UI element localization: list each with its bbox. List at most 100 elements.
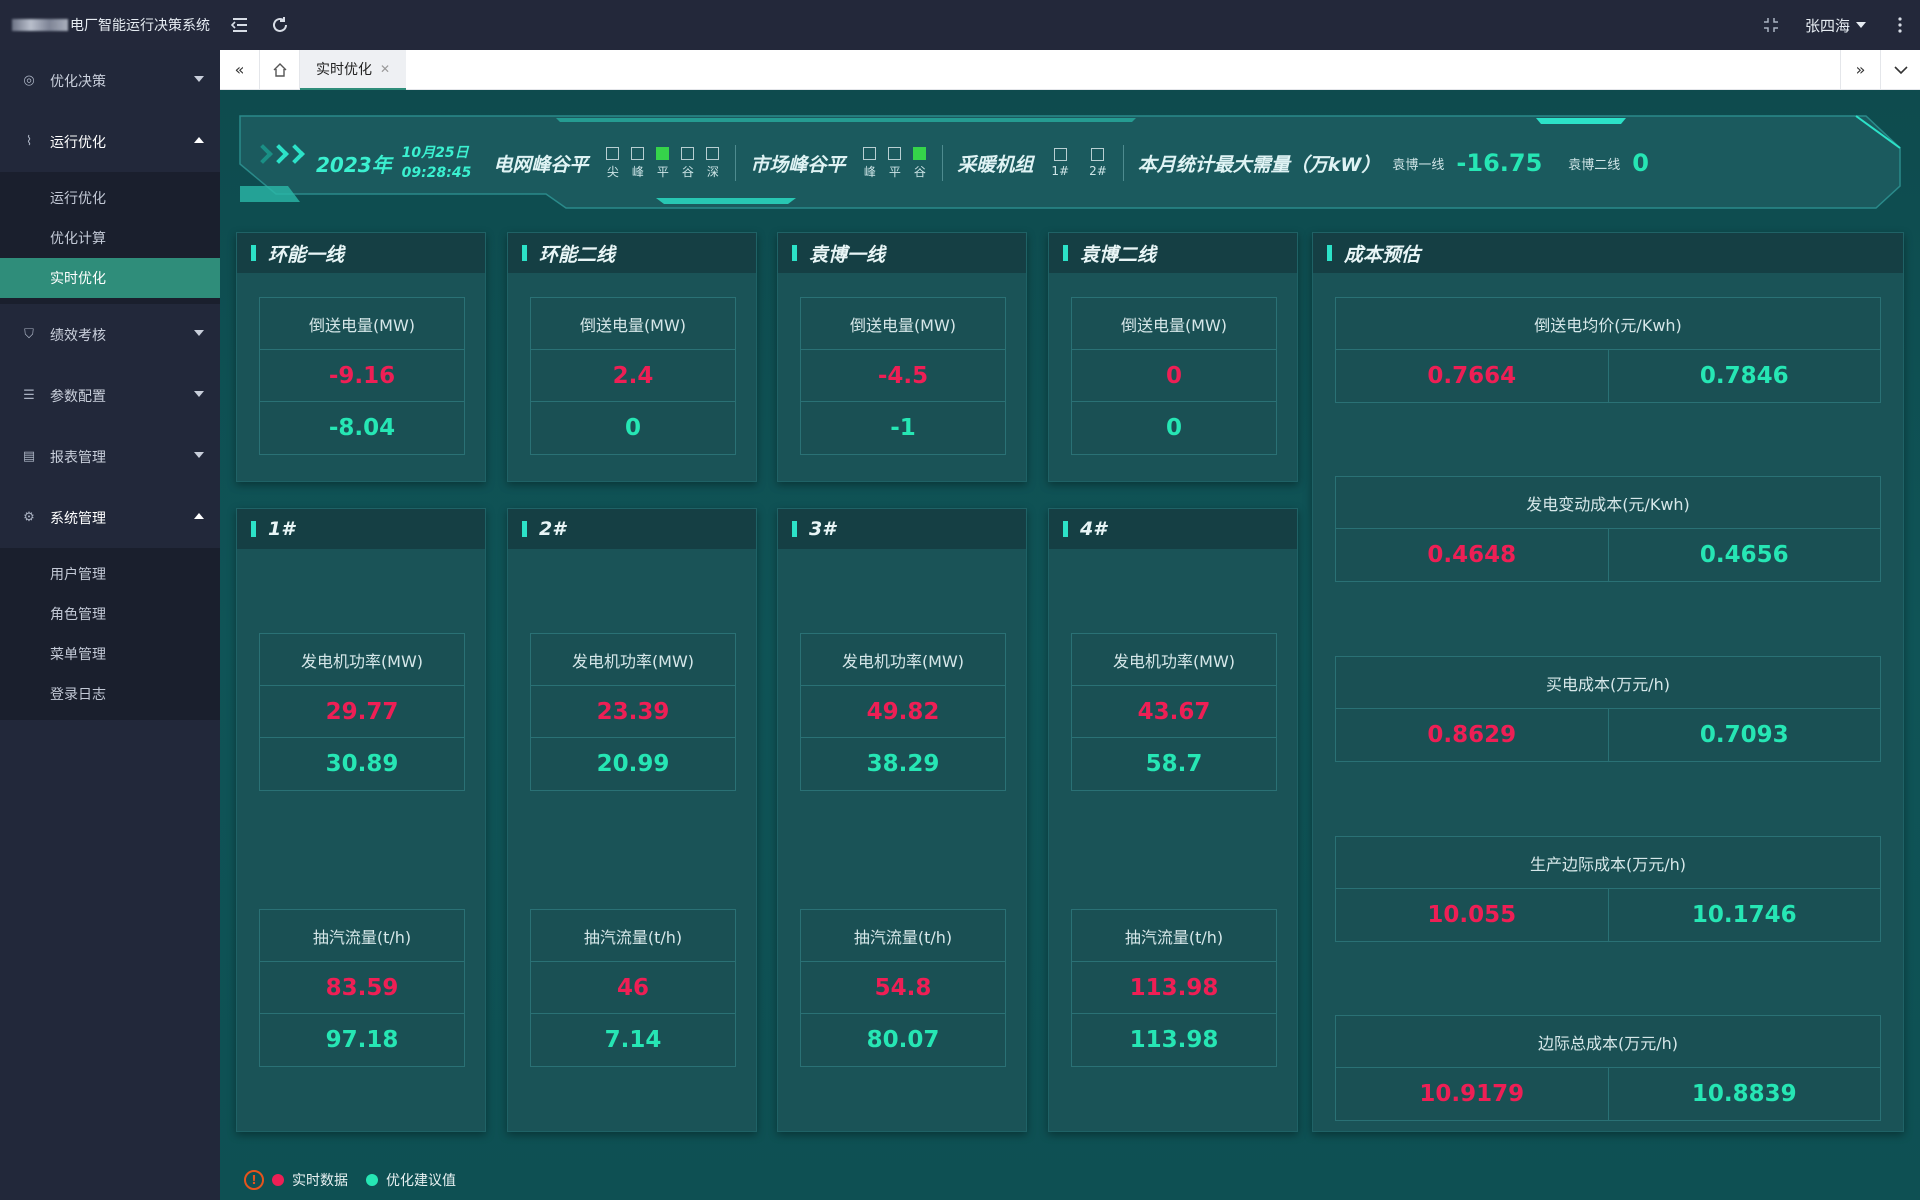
tab-realtime-optimization[interactable]: 实时优化 ✕ (300, 49, 407, 90)
line2-demand-value: 0 (1632, 149, 1649, 177)
unit-card-1: 1# 发电机功率(MW) 29.77 30.89 抽汽流量(t/h) 83.59… (236, 508, 486, 1132)
fullscreen-button[interactable] (1751, 0, 1791, 50)
menu-group-label: 参数配置 (50, 388, 106, 405)
cost-row-purchase-cost: 买电成本(万元/h) 0.8629 0.7093 (1335, 656, 1881, 762)
optimized-value: 0.4656 (1699, 542, 1789, 568)
menu-group-label: 优化决策 (50, 73, 106, 90)
menu-group-system[interactable]: ⚙ 系统管理 (0, 487, 220, 548)
metric-label: 倒送电量(MW) (1072, 298, 1276, 350)
line-card-yuanbo-2: 袁博二线 倒送电量(MW) 0 0 (1048, 232, 1298, 482)
optimized-value: 30.89 (325, 751, 399, 777)
more-vertical-icon (1898, 17, 1902, 33)
menu-group-label: 运行优化 (50, 134, 106, 151)
grid-indicator-ping: 平 (656, 146, 670, 180)
menu-group-reports[interactable]: ▤ 报表管理 (0, 426, 220, 487)
chevron-down-icon (194, 76, 204, 82)
sidebar-item-roles[interactable]: 角色管理 (0, 594, 220, 634)
optimized-value: 0 (624, 415, 641, 441)
metric-label: 发电机功率(MW) (260, 634, 464, 686)
sidebar-item-optimization-calc[interactable]: 优化计算 (0, 218, 220, 258)
legend: ! 实时数据 优化建议值 (244, 1170, 456, 1190)
realtime-value: 10.055 (1336, 889, 1609, 941)
home-tab-button[interactable] (260, 49, 300, 90)
line2-demand-label: 袁博二线 (1568, 157, 1621, 173)
optimized-value: 80.07 (866, 1027, 940, 1053)
metric-label: 生产边际成本(万元/h) (1336, 837, 1880, 889)
user-dropdown[interactable]: 张四海 (1791, 15, 1880, 36)
triple-chevron-icon (253, 144, 305, 164)
flow-table: 抽汽流量(t/h) 113.98 113.98 (1071, 909, 1277, 1067)
realtime-value: 0.7664 (1336, 350, 1609, 402)
tab-label: 实时优化 (316, 61, 372, 78)
tab-scroll-left-button[interactable]: « (220, 49, 260, 90)
sidebar-item-login-log[interactable]: 登录日志 (0, 674, 220, 714)
grid-indicator-jian: 尖 (606, 146, 620, 180)
sidebar-item-users[interactable]: 用户管理 (0, 554, 220, 594)
realtime-value: 43.67 (1072, 686, 1276, 738)
optimized-value: 97.18 (325, 1027, 399, 1053)
app-brand: 电厂智能运行决策系统 (0, 15, 220, 35)
power-table: 发电机功率(MW) 49.82 38.29 (800, 633, 1006, 791)
market-period-title: 市场峰谷平 (750, 153, 846, 176)
market-indicator-ping: 平 (888, 146, 902, 180)
sidebar-item-menus[interactable]: 菜单管理 (0, 634, 220, 674)
card-title: 成本预估 (1344, 243, 1421, 266)
realtime-value: 113.98 (1072, 962, 1276, 1014)
collapse-menu-button[interactable] (220, 0, 260, 50)
unit-card-3: 3# 发电机功率(MW) 49.82 38.29 抽汽流量(t/h) 54.8 … (777, 508, 1027, 1132)
tab-bar: « 实时优化 ✕ » (220, 49, 1920, 90)
heating-indicator-1: 1# (1051, 148, 1069, 178)
flow-table: 抽汽流量(t/h) 83.59 97.18 (259, 909, 465, 1067)
refresh-button[interactable] (260, 0, 300, 50)
cost-row-reverse-price: 倒送电均价(元/Kwh) 0.7664 0.7846 (1335, 297, 1881, 403)
sidebar-item-run-optimization[interactable]: 运行优化 (0, 178, 220, 218)
unit-card-4: 4# 发电机功率(MW) 43.67 58.7 抽汽流量(t/h) 113.98… (1048, 508, 1298, 1132)
menu-group-performance[interactable]: ⛉ 绩效考核 (0, 304, 220, 365)
optimized-value: 0.7093 (1699, 722, 1789, 748)
realtime-dot-icon (272, 1174, 284, 1186)
tab-scroll-right-button[interactable]: » (1840, 49, 1880, 90)
realtime-value: 2.4 (531, 350, 735, 402)
submenu-run-optimization: 运行优化 优化计算 实时优化 (0, 172, 220, 304)
blurred-logo (12, 19, 68, 31)
sidebar: ◎ 优化决策 ⌇ 运行优化 运行优化 优化计算 实时优化 ⛉ 绩效考核 ☰ 参数… (0, 50, 220, 1200)
card-header: 3# (778, 509, 1026, 549)
menu-group-run-optimization[interactable]: ⌇ 运行优化 (0, 111, 220, 172)
chevron-down-icon (194, 330, 204, 336)
card-title: 环能二线 (539, 243, 616, 266)
optimized-value: -1 (890, 415, 916, 441)
grid-period-indicators: 尖 峰 平 谷 深 (606, 146, 720, 180)
menu-group-optimization-decision[interactable]: ◎ 优化决策 (0, 50, 220, 111)
more-button[interactable] (1880, 0, 1920, 50)
metric-table: 倒送电量(MW) -4.5 -1 (800, 297, 1006, 455)
divider (942, 145, 944, 181)
header-date: 10月25日 (401, 145, 469, 161)
indicator-label: 2# (1089, 164, 1107, 178)
sidebar-item-realtime-optimization[interactable]: 实时优化 (0, 258, 220, 298)
realtime-value: 83.59 (260, 962, 464, 1014)
indicator-label: 深 (706, 164, 719, 179)
double-chevron-left-icon: « (234, 60, 245, 79)
title-bar (1063, 245, 1068, 261)
grid-period-title: 电网峰谷平 (493, 153, 589, 176)
tab-options-button[interactable] (1880, 49, 1920, 90)
card-title: 环能一线 (268, 243, 345, 266)
optimized-value: 113.98 (1129, 1027, 1219, 1053)
warning-icon[interactable]: ! (244, 1170, 264, 1190)
menu-group-params[interactable]: ☰ 参数配置 (0, 365, 220, 426)
metric-label: 倒送电量(MW) (801, 298, 1005, 350)
card-header: 4# (1049, 509, 1297, 549)
chevron-down-icon (194, 391, 204, 397)
indicator-label: 平 (656, 164, 669, 179)
heating-unit-title: 采暖机组 (957, 153, 1034, 176)
card-header: 1# (237, 509, 485, 549)
indicator-label: 尖 (606, 164, 619, 179)
power-table: 发电机功率(MW) 43.67 58.7 (1071, 633, 1277, 791)
close-icon[interactable]: ✕ (380, 62, 390, 76)
indicator-label: 峰 (631, 164, 644, 179)
app-title: 电厂智能运行决策系统 (70, 18, 210, 34)
grid-indicator-gu: 谷 (681, 146, 695, 180)
optimized-value: 10.1746 (1691, 902, 1797, 928)
card-header: 袁博二线 (1049, 233, 1297, 273)
metric-label: 买电成本(万元/h) (1336, 657, 1880, 709)
